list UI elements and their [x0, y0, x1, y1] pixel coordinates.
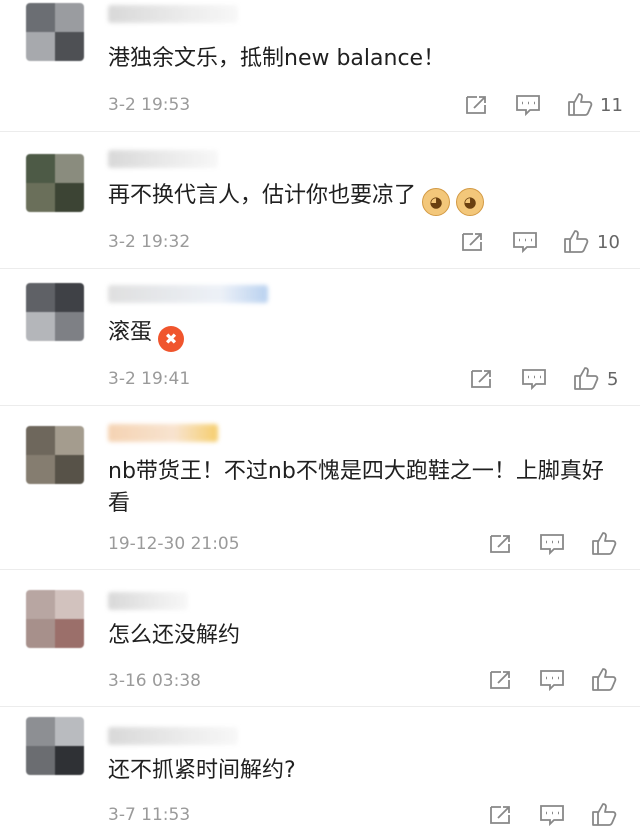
comment-time: 19-12-30 21:05 [108, 534, 240, 554]
comment-item: 还不抓紧时间解约? 3-7 11:53 [0, 707, 640, 827]
comment-item: 怎么还没解约 3-16 03:38 [0, 570, 640, 707]
like-count: 10 [597, 232, 620, 253]
share-icon[interactable] [458, 230, 486, 254]
avatar[interactable] [26, 154, 84, 212]
comment-icon[interactable] [520, 367, 548, 391]
comment-text: 滚蛋 ✖ [108, 317, 600, 352]
share-icon[interactable] [486, 532, 514, 556]
avatar[interactable] [26, 590, 84, 648]
comment-text: 还不抓紧时间解约? [108, 758, 296, 783]
comment-icon[interactable] [538, 532, 566, 556]
comment-icon[interactable] [538, 803, 566, 827]
comment-time: 3-2 19:41 [108, 369, 191, 389]
comment-text: 怎么还没解约 [108, 623, 241, 648]
like-count: 5 [607, 369, 619, 390]
share-icon[interactable] [467, 367, 495, 391]
comment-text: 再不换代言人，估计你也要凉了 ◕ ◕ [108, 180, 600, 216]
comment-item: 滚蛋 ✖ 3-2 19:41 5 [0, 269, 640, 406]
comment-text-content: 滚蛋 [108, 320, 153, 345]
comment-time: 3-2 19:53 [108, 95, 191, 115]
angry-emoji: ✖ [158, 326, 185, 352]
thumbs-up-icon[interactable] [566, 91, 594, 116]
avatar[interactable] [26, 283, 84, 341]
comment-item: nb带货王！不过nb不愧是四大跑鞋之一！上脚真好看 19-12-30 21:05 [0, 406, 640, 570]
thumbs-up-icon[interactable] [590, 801, 618, 826]
comment-text: nb带货王！不过nb不愧是四大跑鞋之一！上脚真好看 [108, 459, 604, 516]
thumbs-up-icon[interactable] [572, 365, 600, 390]
username-blurred[interactable] [108, 150, 218, 168]
avatar[interactable] [26, 426, 84, 484]
share-icon[interactable] [462, 93, 490, 117]
thumbs-up-icon[interactable] [590, 666, 618, 691]
comment-time: 3-16 03:38 [108, 671, 201, 691]
like-count: 11 [600, 95, 623, 116]
comment-icon[interactable] [514, 93, 542, 117]
share-icon[interactable] [486, 803, 514, 827]
comment-item: 港独余文乐，抵制new balance！ 3-2 19:53 11 [0, 0, 640, 132]
username-blurred[interactable] [108, 5, 238, 23]
comment-time: 3-7 11:53 [108, 805, 191, 825]
dog-emoji: ◕ [422, 188, 451, 216]
thumbs-up-icon[interactable] [590, 530, 618, 555]
comment-icon[interactable] [538, 668, 566, 692]
comment-item: 再不换代言人，估计你也要凉了 ◕ ◕ 3-2 19:32 10 [0, 132, 640, 269]
thumbs-up-icon[interactable] [562, 228, 590, 253]
avatar[interactable] [26, 717, 84, 775]
comment-text: 港独余文乐，抵制new balance！ [108, 46, 446, 71]
username-blurred[interactable] [108, 424, 218, 442]
comment-text-content: 再不换代言人，估计你也要凉了 [108, 183, 417, 208]
share-icon[interactable] [486, 668, 514, 692]
username-blurred[interactable] [108, 727, 238, 745]
username-blurred[interactable] [108, 285, 268, 303]
dog-emoji: ◕ [456, 188, 485, 216]
comment-icon[interactable] [511, 230, 539, 254]
comment-time: 3-2 19:32 [108, 232, 191, 252]
username-blurred[interactable] [108, 592, 188, 610]
avatar[interactable] [26, 3, 84, 61]
